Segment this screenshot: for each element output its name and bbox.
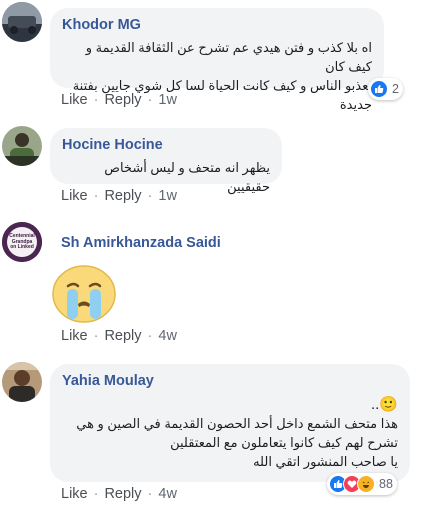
like-reaction-icon: [370, 80, 388, 98]
comment-emoji: 🙂..: [370, 396, 398, 413]
avatar[interactable]: [2, 2, 42, 42]
like-link[interactable]: Like: [61, 328, 88, 344]
comment-line: هذا متحف الشمع داخل أحد الحصون القديمة ف…: [76, 416, 398, 431]
separator-dot: ·: [147, 328, 153, 344]
user-photo-icon: [2, 2, 42, 42]
comment-actions: Like · Reply · 4w: [61, 486, 177, 502]
avatar[interactable]: [2, 126, 42, 166]
separator-dot: ·: [147, 188, 153, 204]
timestamp[interactable]: 1w: [158, 92, 177, 108]
like-link[interactable]: Like: [61, 92, 88, 108]
avatar[interactable]: [2, 362, 42, 402]
sticker: [48, 258, 120, 330]
user-photo-icon: [2, 362, 42, 402]
separator-dot: ·: [93, 328, 99, 344]
comment-bubble: Yahia Moulay 🙂.. هذا متحف الشمع داخل أحد…: [50, 364, 410, 482]
like-link[interactable]: Like: [61, 188, 88, 204]
comment-actions: Like · Reply · 4w: [61, 328, 177, 344]
separator-dot: ·: [147, 92, 153, 108]
comment-line: تشرح لهم كيف كانوا يتعاملون مع المعتقلين: [170, 435, 398, 450]
reply-link[interactable]: Reply: [104, 92, 141, 108]
reaction-count: 2: [392, 82, 399, 96]
reply-link[interactable]: Reply: [104, 328, 141, 344]
avatar[interactable]: Centennial Grandpa on Linked: [2, 222, 42, 262]
avatar-text: Centennial Grandpa on Linked: [9, 233, 35, 250]
timestamp[interactable]: 4w: [158, 486, 177, 502]
reactions-summary[interactable]: 2: [368, 78, 403, 100]
reply-link[interactable]: Reply: [104, 486, 141, 502]
reaction-count: 88: [379, 477, 393, 491]
user-photo-icon: [2, 126, 42, 166]
comment-line: اه بلا كذب و فتن هيدي عم تشرح عن الثقافة…: [85, 40, 372, 74]
haha-reaction-icon: [357, 475, 375, 493]
separator-dot: ·: [93, 92, 99, 108]
timestamp[interactable]: 4w: [158, 328, 177, 344]
author-name[interactable]: Hocine Hocine: [62, 136, 270, 154]
comment-actions: Like · Reply · 1w: [61, 188, 177, 204]
author-name[interactable]: Yahia Moulay: [62, 372, 398, 390]
author-name[interactable]: Sh Amirkhanzada Saidi: [61, 234, 221, 252]
comment-bubble: Khodor MG اه بلا كذب و فتن هيدي عم تشرح …: [50, 8, 384, 112]
reactions-summary[interactable]: 88: [327, 473, 397, 495]
separator-dot: ·: [147, 486, 153, 502]
comment-line: يا صاحب المنشور اتقي الله: [253, 454, 398, 469]
reply-link[interactable]: Reply: [104, 188, 141, 204]
like-link[interactable]: Like: [61, 486, 88, 502]
timestamp[interactable]: 1w: [158, 188, 177, 204]
comment-bubble: Hocine Hocine يظهر انه متحف و ليس أشخاص …: [50, 128, 282, 194]
comment-actions: Like · Reply · 1w: [61, 92, 177, 108]
crying-face-sticker-icon: [52, 265, 116, 323]
comment-text: 🙂.. هذا متحف الشمع داخل أحد الحصون القدي…: [62, 396, 398, 471]
separator-dot: ·: [93, 486, 99, 502]
author-name[interactable]: Khodor MG: [62, 16, 372, 34]
separator-dot: ·: [93, 188, 99, 204]
